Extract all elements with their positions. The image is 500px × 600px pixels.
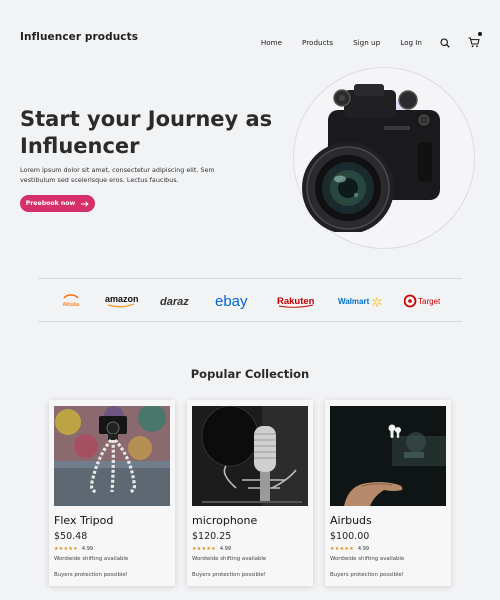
product-name[interactable]: Airbuds <box>330 514 372 527</box>
rakuten-logo[interactable]: Rakuten <box>277 293 317 309</box>
nav-log-in[interactable]: Log In <box>400 38 422 47</box>
nav-products[interactable]: Products <box>302 38 333 47</box>
cart-badge <box>478 32 482 36</box>
brand-title[interactable]: Influencer products <box>20 31 138 43</box>
nav-sign-up[interactable]: Sign up <box>353 38 380 47</box>
buyer-protection: Buyers protection possible! <box>54 572 128 578</box>
product-image <box>330 406 446 506</box>
svg-text:amazon: amazon <box>105 294 139 304</box>
star-rating-icon: ★★★★★ <box>54 546 78 552</box>
product-rating: ★★★★★ 4.99 <box>54 546 93 552</box>
svg-text:Walmart: Walmart <box>338 297 370 306</box>
shipping-info: Wordwide shifting available <box>54 556 129 562</box>
main-nav: Home Products Sign up Log In <box>261 32 482 52</box>
walmart-logo[interactable]: Walmart <box>338 293 382 309</box>
svg-text:ebay: ebay <box>215 293 248 310</box>
preebook-button[interactable]: Preebook now <box>20 195 95 212</box>
product-card[interactable]: Airbuds $100.00 ★★★★★ 4.99 Wordwide shif… <box>325 400 451 586</box>
product-price: $100.00 <box>330 531 370 542</box>
product-image <box>192 406 308 506</box>
buyer-protection: Buyers protection possible! <box>192 572 266 578</box>
product-card[interactable]: microphone $120.25 ★★★★★ 4.99 Wordwide s… <box>187 400 313 586</box>
target-logo[interactable]: Target <box>404 293 440 309</box>
svg-text:daraz: daraz <box>160 296 189 308</box>
camera-image <box>302 84 440 232</box>
shipping-info: Wordwide shifting available <box>330 556 405 562</box>
ebay-logo[interactable]: ebay <box>215 293 257 310</box>
hero-title: Start your Journey as Influencer <box>20 107 273 158</box>
amazon-logo[interactable]: amazon <box>104 293 140 309</box>
shipping-info: Wordwide shifting available <box>192 556 267 562</box>
product-rating: ★★★★★ 4.99 <box>192 546 231 552</box>
nav-home[interactable]: Home <box>261 38 282 47</box>
cart-icon[interactable] <box>468 32 482 52</box>
product-image <box>54 406 170 506</box>
product-card[interactable]: Flex Tripod $50.48 ★★★★★ 4.99 Wordwide s… <box>49 400 175 586</box>
search-icon[interactable] <box>440 33 450 52</box>
product-name[interactable]: microphone <box>192 514 257 527</box>
product-price: $50.48 <box>54 531 88 542</box>
product-name[interactable]: Flex Tripod <box>54 514 113 527</box>
partner-logos-strip: Alibaba amazon daraz ebay Rakuten Walmar… <box>38 278 462 322</box>
rating-value: 4.99 <box>357 546 370 552</box>
product-rating: ★★★★★ 4.99 <box>330 546 369 552</box>
buyer-protection: Buyers protection possible! <box>330 572 404 578</box>
star-rating-icon: ★★★★★ <box>330 546 354 552</box>
svg-text:Alibaba: Alibaba <box>63 302 80 308</box>
hero-description: Lorem ipsum dolor sit amet, consectetur … <box>20 166 215 184</box>
section-title: Popular Collection <box>190 367 310 381</box>
rating-value: 4.99 <box>219 546 232 552</box>
star-rating-icon: ★★★★★ <box>192 546 216 552</box>
rating-value: 4.99 <box>81 546 94 552</box>
svg-text:Target: Target <box>418 297 440 306</box>
alibaba-logo[interactable]: Alibaba <box>60 292 82 308</box>
arrow-right-icon <box>81 200 89 207</box>
daraz-logo[interactable]: daraz <box>159 293 195 309</box>
preebook-button-label: Preebook now <box>25 200 76 207</box>
product-price: $120.25 <box>192 531 232 542</box>
